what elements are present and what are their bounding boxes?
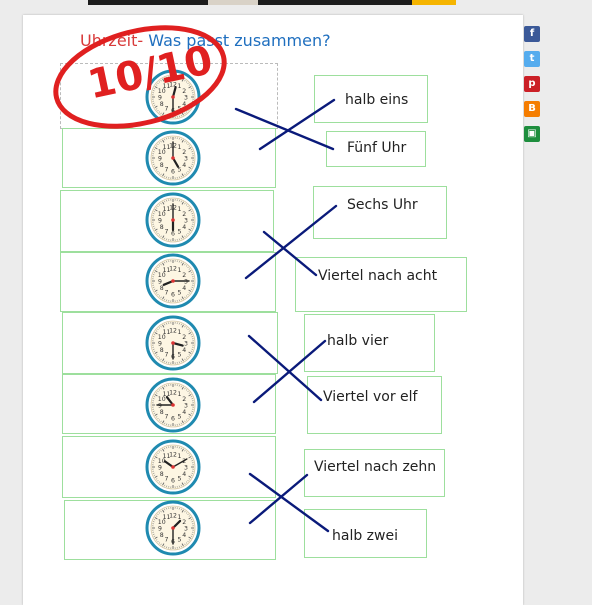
label-box-2[interactable]: Fünf Uhr: [326, 131, 426, 167]
svg-text:9: 9: [158, 94, 162, 101]
label-box-4[interactable]: Viertel nach acht: [295, 257, 467, 312]
svg-text:7: 7: [165, 476, 169, 483]
svg-text:7: 7: [165, 106, 169, 113]
label-text: Viertel nach acht: [318, 268, 437, 284]
svg-text:5: 5: [178, 537, 182, 544]
clock-face-7: 121234567891011: [145, 439, 201, 495]
svg-text:4: 4: [182, 162, 186, 169]
svg-text:7: 7: [165, 537, 169, 544]
svg-text:9: 9: [158, 525, 162, 532]
svg-text:7: 7: [165, 229, 169, 236]
svg-text:1: 1: [178, 83, 182, 90]
svg-text:9: 9: [158, 340, 162, 347]
label-text: Sechs Uhr: [347, 197, 418, 213]
svg-text:9: 9: [158, 278, 162, 285]
svg-text:4: 4: [182, 285, 186, 292]
banner-accent: [412, 0, 456, 5]
clock-face-5: 121234567891011: [145, 315, 201, 371]
label-box-3[interactable]: Sechs Uhr: [313, 186, 447, 239]
svg-text:6: 6: [171, 415, 175, 422]
clock-face-1: 121234567891011: [145, 69, 201, 125]
svg-text:4: 4: [182, 471, 186, 478]
svg-text:6: 6: [171, 291, 175, 298]
svg-text:7: 7: [165, 290, 169, 297]
svg-text:9: 9: [158, 155, 162, 162]
clock-face-6: 121234567891011: [145, 377, 201, 433]
twitter-icon[interactable]: t: [524, 51, 540, 67]
svg-text:4: 4: [182, 347, 186, 354]
svg-text:6: 6: [171, 230, 175, 237]
svg-text:9: 9: [158, 402, 162, 409]
svg-text:8: 8: [160, 347, 164, 354]
svg-text:11: 11: [163, 83, 171, 90]
svg-text:5: 5: [178, 290, 182, 297]
svg-text:9: 9: [158, 464, 162, 471]
svg-text:5: 5: [178, 414, 182, 421]
svg-text:5: 5: [178, 352, 182, 359]
blogger-icon[interactable]: B: [524, 101, 540, 117]
svg-text:11: 11: [163, 144, 171, 151]
clock-face-3: 121234567891011: [145, 192, 201, 248]
svg-text:8: 8: [160, 285, 164, 292]
svg-text:1: 1: [178, 391, 182, 398]
label-text: halb eins: [345, 92, 408, 108]
svg-text:6: 6: [171, 168, 175, 175]
svg-text:1: 1: [178, 329, 182, 336]
svg-text:1: 1: [178, 206, 182, 213]
label-text: halb vier: [327, 333, 388, 349]
svg-text:6: 6: [171, 477, 175, 484]
svg-text:11: 11: [163, 206, 171, 213]
svg-text:11: 11: [163, 514, 171, 521]
label-text: Viertel vor elf: [323, 389, 417, 405]
svg-text:8: 8: [160, 224, 164, 231]
svg-text:8: 8: [160, 162, 164, 169]
pinterest-icon[interactable]: p: [524, 76, 540, 92]
svg-text:5: 5: [178, 229, 182, 236]
svg-text:5: 5: [178, 476, 182, 483]
label-text: Fünf Uhr: [347, 140, 406, 156]
banner-image: [208, 0, 258, 5]
svg-text:7: 7: [165, 167, 169, 174]
clock-face-4: 121234567891011: [145, 253, 201, 309]
svg-text:7: 7: [165, 414, 169, 421]
clock-face-8: 121234567891011: [145, 500, 201, 556]
svg-text:8: 8: [160, 532, 164, 539]
svg-text:8: 8: [160, 409, 164, 416]
classroom-icon[interactable]: ▣: [524, 126, 540, 142]
top-banner: [88, 0, 456, 5]
svg-text:1: 1: [178, 267, 182, 274]
svg-text:4: 4: [182, 224, 186, 231]
title-part-1: Uhrzeit-: [80, 31, 143, 50]
label-text: halb zwei: [332, 528, 398, 544]
clock-face-2: 121234567891011: [145, 130, 201, 186]
svg-text:11: 11: [163, 329, 171, 336]
label-box-8[interactable]: halb zwei: [304, 509, 427, 558]
svg-text:4: 4: [182, 532, 186, 539]
svg-text:7: 7: [165, 352, 169, 359]
svg-text:1: 1: [178, 453, 182, 460]
svg-text:4: 4: [182, 101, 186, 108]
label-text: Viertel nach zehn: [314, 459, 436, 475]
title-part-2: Was passt zusammen?: [148, 31, 330, 50]
facebook-icon[interactable]: f: [524, 26, 540, 42]
svg-text:8: 8: [160, 471, 164, 478]
svg-text:4: 4: [182, 409, 186, 416]
svg-text:11: 11: [163, 267, 171, 274]
svg-text:1: 1: [178, 144, 182, 151]
label-box-6[interactable]: Viertel vor elf: [307, 376, 442, 434]
svg-text:9: 9: [158, 217, 162, 224]
worksheet-title: Uhrzeit- Was passt zusammen?: [80, 31, 331, 50]
label-box-5[interactable]: halb vier: [304, 314, 435, 372]
svg-text:8: 8: [160, 101, 164, 108]
svg-text:11: 11: [163, 453, 171, 460]
svg-text:5: 5: [178, 106, 182, 113]
label-box-7[interactable]: Viertel nach zehn: [304, 449, 445, 497]
label-box-1[interactable]: halb eins: [314, 75, 428, 123]
